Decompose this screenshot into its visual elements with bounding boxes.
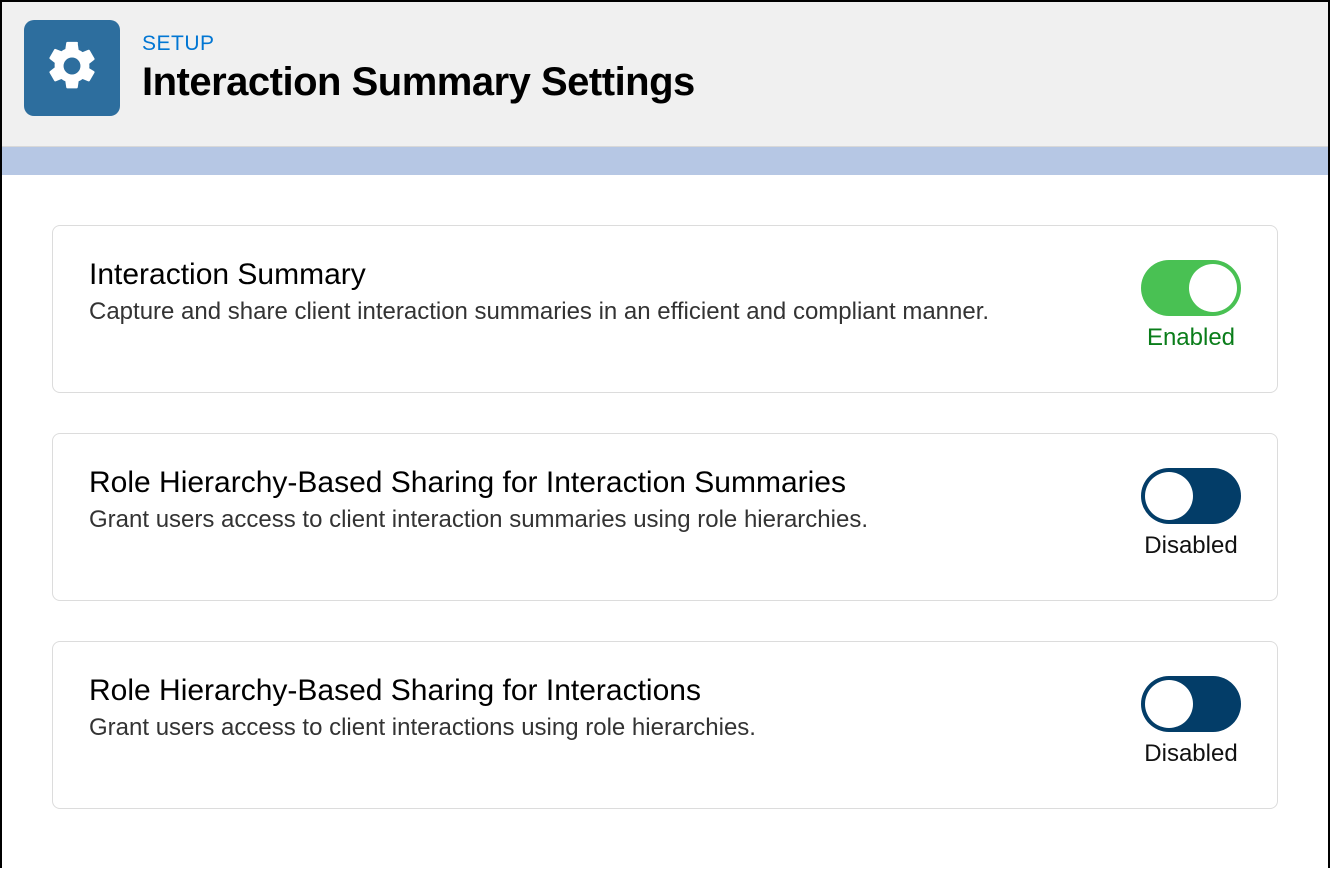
- setting-text: Role Hierarchy-Based Sharing for Interac…: [89, 466, 1141, 534]
- toggle-group: Disabled: [1141, 466, 1241, 560]
- breadcrumb: SETUP: [142, 32, 695, 56]
- header-divider: [2, 147, 1328, 175]
- page-header: SETUP Interaction Summary Settings: [2, 2, 1328, 147]
- page-title: Interaction Summary Settings: [142, 60, 695, 105]
- toggle-knob: [1145, 680, 1193, 728]
- gear-icon: [43, 37, 101, 100]
- setting-card-role-hierarchy-interactions: Role Hierarchy-Based Sharing for Interac…: [52, 641, 1278, 809]
- header-icon-box: [24, 20, 120, 116]
- setting-title: Role Hierarchy-Based Sharing for Interac…: [89, 466, 1121, 500]
- toggle-knob: [1189, 264, 1237, 312]
- setting-description: Grant users access to client interaction…: [89, 714, 1121, 742]
- interaction-summary-toggle[interactable]: [1141, 260, 1241, 316]
- setting-title: Role Hierarchy-Based Sharing for Interac…: [89, 674, 1121, 708]
- toggle-state-label: Enabled: [1147, 324, 1235, 352]
- setting-card-interaction-summary: Interaction Summary Capture and share cl…: [52, 225, 1278, 393]
- setting-description: Grant users access to client interaction…: [89, 506, 1121, 534]
- toggle-knob: [1145, 472, 1193, 520]
- header-text: SETUP Interaction Summary Settings: [142, 32, 695, 105]
- toggle-group: Enabled: [1141, 258, 1241, 352]
- toggle-state-label: Disabled: [1144, 532, 1237, 560]
- setting-text: Interaction Summary Capture and share cl…: [89, 258, 1141, 326]
- setting-title: Interaction Summary: [89, 258, 1121, 292]
- setting-card-role-hierarchy-summaries: Role Hierarchy-Based Sharing for Interac…: [52, 433, 1278, 601]
- role-hierarchy-interactions-toggle[interactable]: [1141, 676, 1241, 732]
- setting-text: Role Hierarchy-Based Sharing for Interac…: [89, 674, 1141, 742]
- toggle-state-label: Disabled: [1144, 740, 1237, 768]
- toggle-group: Disabled: [1141, 674, 1241, 768]
- role-hierarchy-summaries-toggle[interactable]: [1141, 468, 1241, 524]
- setting-description: Capture and share client interaction sum…: [89, 298, 1121, 326]
- content-area: Interaction Summary Capture and share cl…: [2, 175, 1328, 889]
